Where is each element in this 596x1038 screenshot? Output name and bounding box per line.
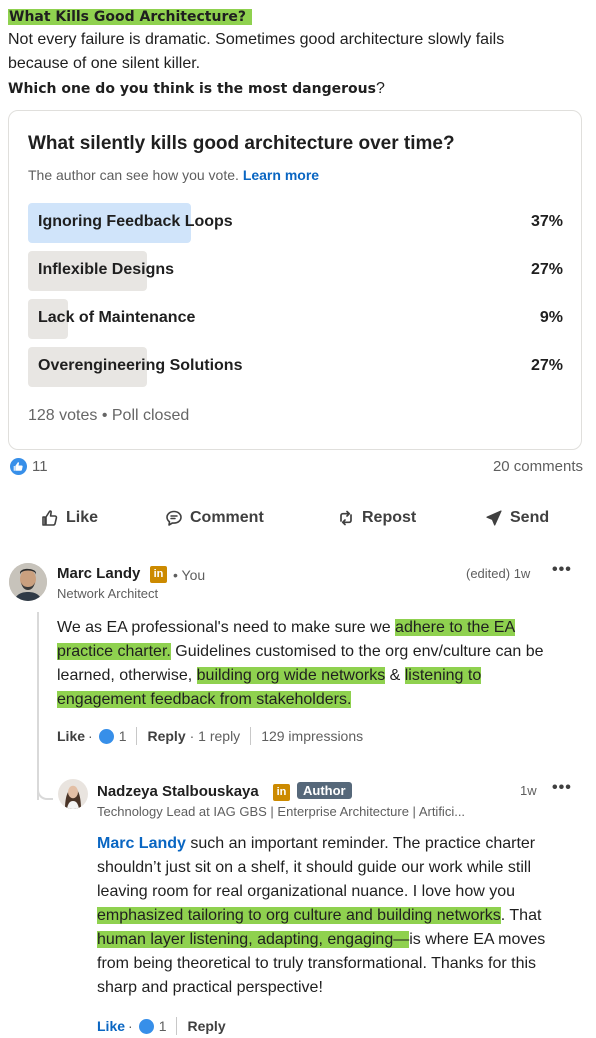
more-options-icon[interactable]: ••• bbox=[552, 561, 572, 579]
poll-option-label: Overengineering Solutions bbox=[38, 357, 243, 374]
comment-label: Comment bbox=[190, 509, 264, 526]
send-icon bbox=[486, 510, 502, 526]
poll-option[interactable]: Lack of Maintenance 9% bbox=[28, 299, 565, 339]
poll-option[interactable]: Inflexible Designs 27% bbox=[28, 251, 565, 291]
thumbs-up-icon bbox=[42, 510, 58, 526]
comment-icon bbox=[166, 510, 182, 526]
post-line-2: because of one silent killer. bbox=[8, 55, 201, 72]
comment-actions: Like · 1 Reply bbox=[97, 1016, 226, 1036]
like-button[interactable]: Like bbox=[40, 506, 98, 530]
poll-option-label: Ignoring Feedback Loops bbox=[38, 213, 233, 230]
comment-text: sharp and practical perspective! bbox=[97, 979, 323, 996]
comment-body: We as EA professional's need to make sur… bbox=[57, 616, 587, 712]
divider bbox=[176, 1017, 178, 1035]
repost-icon bbox=[340, 510, 352, 526]
post-line-1: Not every failure is dramatic. Sometimes… bbox=[8, 31, 505, 48]
comment-text: . That bbox=[500, 907, 542, 924]
comment-count[interactable]: 20 comments bbox=[493, 458, 583, 475]
comment-text: We as EA professional's need to make sur… bbox=[57, 619, 396, 636]
post-question-mark: ? bbox=[375, 80, 385, 97]
learn-more-link[interactable]: Learn more bbox=[243, 167, 319, 183]
comment-time: 1w bbox=[520, 783, 537, 798]
comment-reply-button[interactable]: Reply bbox=[187, 1018, 225, 1034]
poll-option-percent: 27% bbox=[530, 357, 563, 374]
comment-text: & bbox=[385, 667, 405, 684]
avatar[interactable] bbox=[58, 779, 88, 809]
comment-highlight: building org wide networks bbox=[196, 667, 386, 684]
action-bar: Like Comment Repost Send bbox=[0, 500, 596, 536]
author-badge: Author bbox=[297, 782, 352, 799]
comment-body: Marc Landy such an important reminder. T… bbox=[97, 832, 587, 1000]
thread-line bbox=[37, 612, 39, 800]
comment-highlight: practice charter. bbox=[57, 643, 171, 660]
comment-highlight: human layer listening, adapting, engagin… bbox=[97, 931, 410, 948]
comment-like-count[interactable]: 1 bbox=[119, 728, 127, 744]
like-reaction-icon bbox=[98, 728, 114, 744]
more-options-icon[interactable]: ••• bbox=[552, 779, 572, 797]
comment-button[interactable]: Comment bbox=[164, 506, 264, 530]
comment-text: is where EA moves bbox=[409, 931, 546, 948]
dot-separator: · bbox=[88, 728, 93, 744]
comment-actions: Like · 1 Reply · 1 reply 129 impressions bbox=[57, 726, 363, 746]
commenter-headline: Technology Lead at IAG GBS | Enterprise … bbox=[97, 804, 466, 819]
commenter-name[interactable]: Nadzeya Stalbouskaya bbox=[97, 783, 259, 800]
like-label: Like bbox=[66, 509, 99, 526]
poll-footer: 128 votes • Poll closed bbox=[28, 407, 190, 424]
comment-highlight: engagement feedback from stakeholders. bbox=[57, 691, 352, 708]
poll-option-percent: 9% bbox=[539, 309, 563, 326]
comment-text: from being theoretical to truly transfor… bbox=[97, 955, 537, 972]
mention-link[interactable]: Marc Landy bbox=[97, 835, 186, 852]
poll-card: What silently kills good architecture ov… bbox=[8, 110, 582, 450]
post-question: Which one do you think is the most dange… bbox=[8, 78, 588, 100]
poll-option-percent: 37% bbox=[530, 213, 563, 230]
poll-option-percent: 27% bbox=[530, 261, 563, 278]
comment-like-button[interactable]: Like bbox=[97, 1018, 125, 1034]
linkedin-premium-icon: in bbox=[150, 566, 167, 583]
comment-text: learned, otherwise, bbox=[57, 667, 197, 684]
comment-text: leaving room for real organizational nua… bbox=[97, 883, 516, 900]
post-text: What Kills Good Architecture? Not every … bbox=[8, 6, 588, 100]
reaction-count[interactable]: 11 bbox=[32, 458, 48, 475]
you-label: • You bbox=[173, 567, 206, 583]
like-reaction-icon[interactable] bbox=[10, 458, 27, 475]
poll-note: The author can see how you vote. Learn m… bbox=[28, 167, 319, 183]
comment-text: Guidelines customised to the org env/cul… bbox=[170, 643, 544, 660]
comment-like-button[interactable]: Like bbox=[57, 728, 85, 744]
comment-highlight: listening to bbox=[404, 667, 482, 684]
poll-question: What silently kills good architecture ov… bbox=[28, 133, 455, 154]
divider bbox=[250, 727, 252, 745]
like-reaction-icon bbox=[138, 1018, 154, 1034]
comment-highlight: adhere to the EA bbox=[395, 619, 516, 636]
poll-option-label: Inflexible Designs bbox=[38, 261, 175, 278]
comment-highlight: emphasized tailoring to org culture and … bbox=[97, 907, 501, 924]
social-counts: 11 20 comments bbox=[8, 456, 583, 478]
post-title-mark: ? bbox=[237, 9, 246, 25]
comment-text: shouldn’t just sit on a shelf, it should… bbox=[97, 859, 531, 876]
post-title-text: What Kills Good Architecture bbox=[9, 9, 238, 25]
reply-count[interactable]: · 1 reply bbox=[190, 728, 241, 744]
comment-like-count[interactable]: 1 bbox=[159, 1018, 167, 1034]
poll-option[interactable]: Overengineering Solutions 27% bbox=[28, 347, 565, 387]
comment-time: (edited) 1w bbox=[466, 566, 531, 581]
divider bbox=[136, 727, 138, 745]
poll-option-label: Lack of Maintenance bbox=[38, 309, 196, 326]
send-button[interactable]: Send bbox=[484, 506, 549, 530]
post-question-text: Which one do you think is the most dange… bbox=[8, 81, 376, 97]
comment-reply-button[interactable]: Reply bbox=[147, 728, 185, 744]
dot-separator: · bbox=[128, 1018, 133, 1034]
thread-curve bbox=[37, 780, 53, 800]
commenter-headline: Network Architect bbox=[57, 586, 159, 601]
commenter-name[interactable]: Marc Landy bbox=[57, 565, 140, 582]
send-label: Send bbox=[510, 509, 550, 526]
repost-label: Repost bbox=[362, 509, 417, 526]
poll-option[interactable]: Ignoring Feedback Loops 37% bbox=[28, 203, 565, 243]
linkedin-premium-icon: in bbox=[273, 784, 290, 801]
impressions-count[interactable]: 129 impressions bbox=[261, 728, 363, 744]
repost-button[interactable]: Repost bbox=[336, 506, 416, 530]
poll-note-text: The author can see how you vote. bbox=[28, 167, 239, 183]
post-title: What Kills Good Architecture? bbox=[8, 6, 588, 28]
comment-text: such an important reminder. The practice… bbox=[185, 835, 536, 852]
avatar[interactable] bbox=[9, 563, 47, 601]
